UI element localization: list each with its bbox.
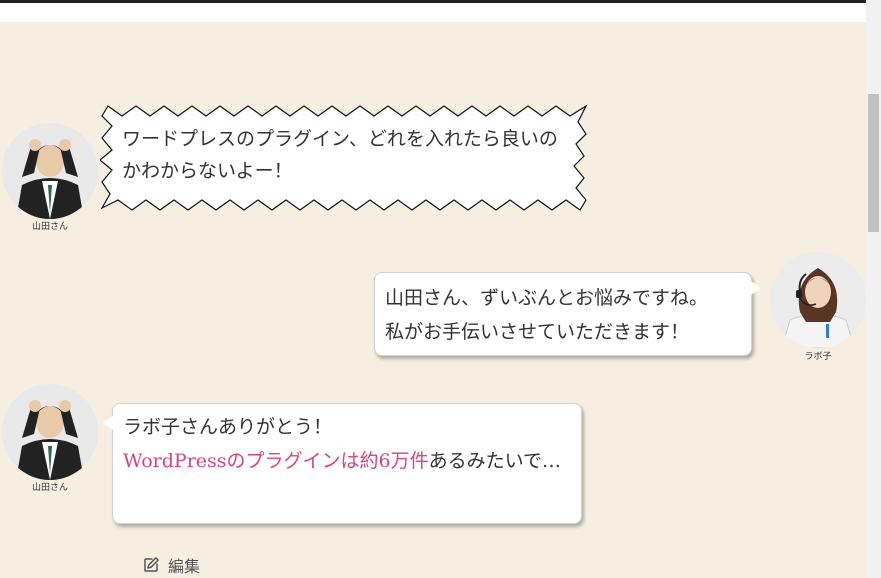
message-2-line2: 私がお手伝いさせていただきます！ (385, 321, 690, 343)
bubble-tail (751, 281, 761, 295)
man-photo-icon (2, 384, 98, 480)
message-3-line1: ラボ子さんありがとう！ (123, 416, 333, 438)
bubble-tail (103, 416, 113, 430)
yamada-avatar-2 (2, 384, 98, 480)
labo-avatar (770, 252, 866, 348)
message-1-text: ワードプレスのプラグイン、どれを入れたら良いのかわからないよー！ (122, 128, 558, 182)
yamada-name: 山田さん (31, 222, 68, 232)
message-3-highlight: WordPressのプラグインは約6万件 (123, 450, 429, 472)
yamada-avatar (2, 123, 98, 219)
woman-photo-icon (770, 252, 866, 348)
edit-label: 編集 (168, 557, 201, 576)
top-border (0, 0, 866, 3)
message-3-rest: あるみたいで… (428, 450, 562, 472)
man-photo-icon (2, 123, 98, 219)
labo-name: ラボ子 (804, 352, 832, 362)
message-3-body: WordPressのプラグインは約6万件あるみたいで… (123, 444, 563, 478)
message-3-bubble: ラボ子さんありがとう！ WordPressのプラグインは約6万件あるみたいで… (103, 403, 582, 524)
scrollbar[interactable] (866, 0, 881, 578)
shout-bubble: ワードプレスのプラグイン、どれを入れたら良いのかわからないよー！ (100, 104, 588, 212)
edit-icon (144, 557, 159, 572)
message-2-bubble: 山田さん、ずいぶんとお悩みですね。 私がお手伝いさせていただきます！ (374, 272, 761, 356)
message-2-line1: 山田さん、ずいぶんとお悩みですね。 (385, 287, 709, 309)
edit-link[interactable]: 編集 (142, 553, 200, 577)
yamada-name-2: 山田さん (31, 483, 68, 493)
scrollbar-thumb[interactable] (868, 94, 879, 232)
